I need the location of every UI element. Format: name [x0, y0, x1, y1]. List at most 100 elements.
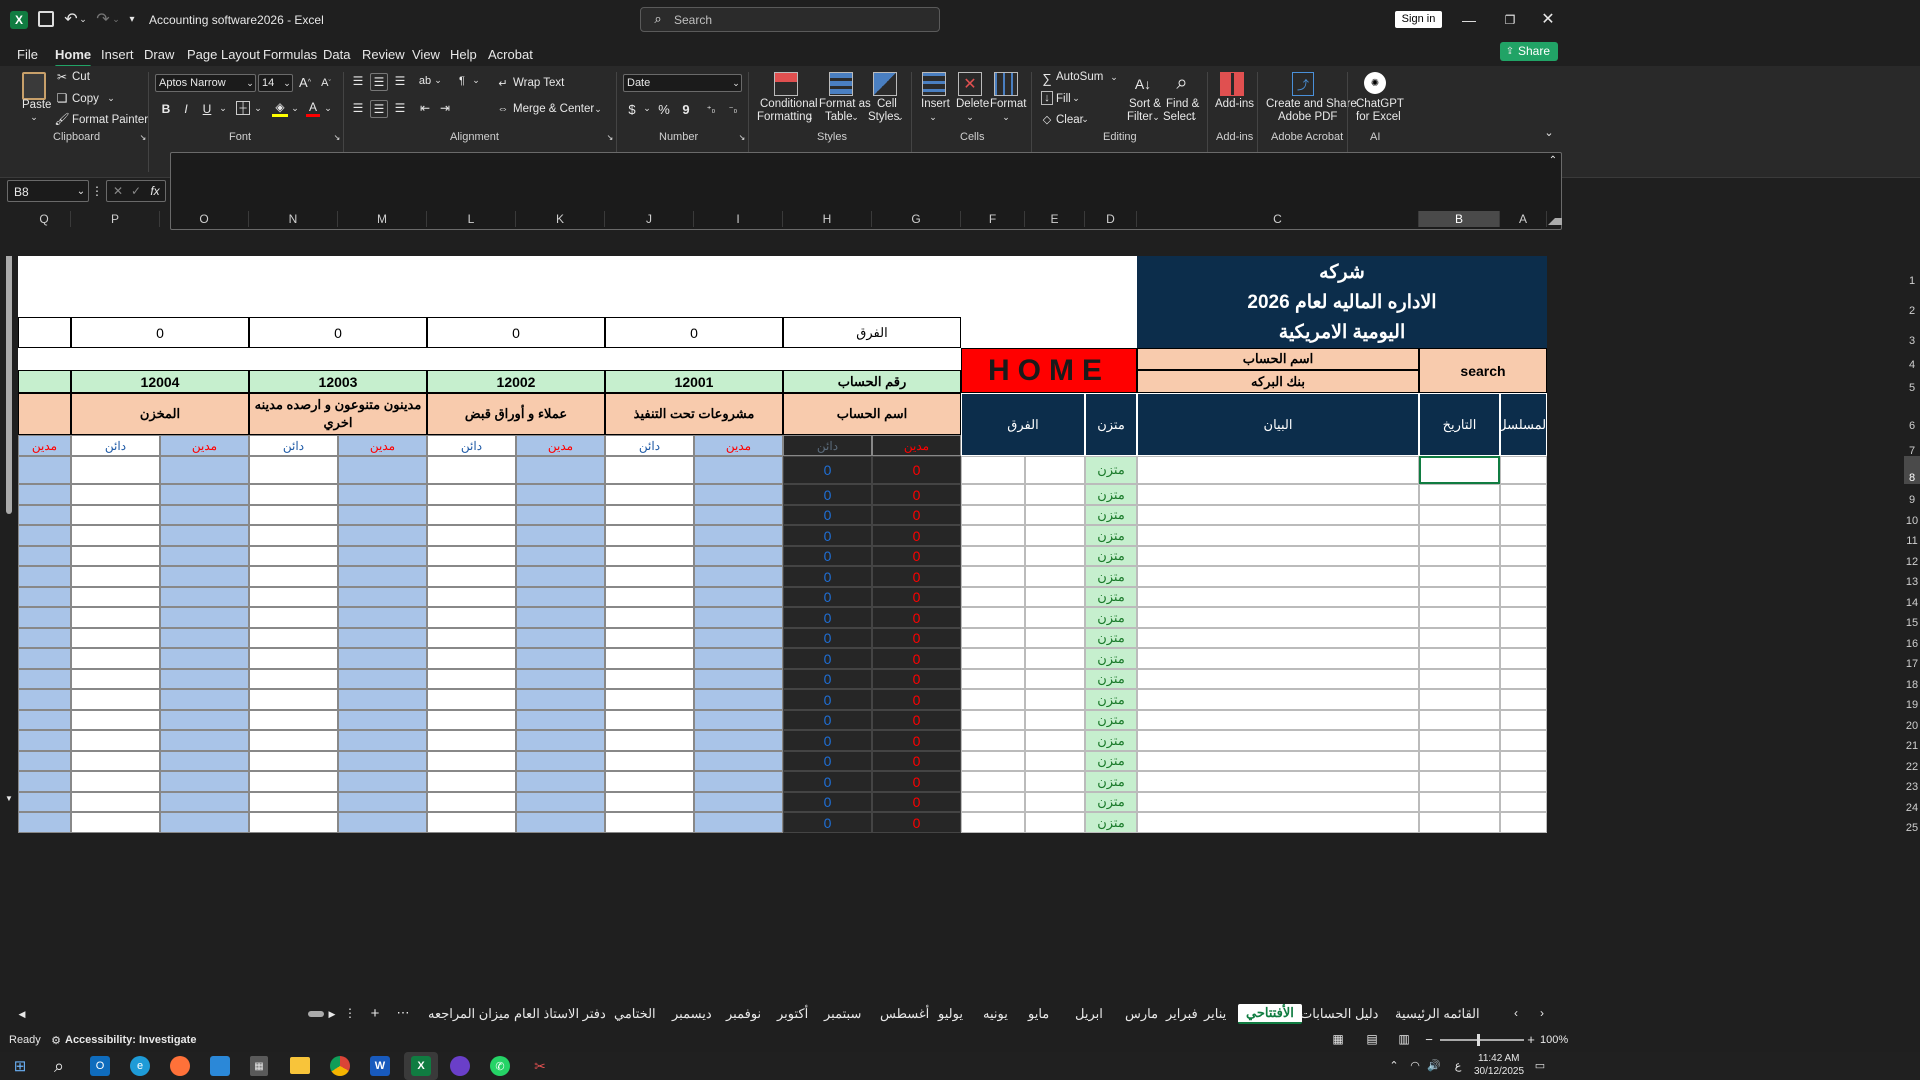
row-credit-cell[interactable]	[427, 792, 516, 812]
sheet-tab[interactable]: مارس	[1125, 1006, 1158, 1022]
row-credit-cell[interactable]	[427, 505, 516, 525]
row-debit-cell[interactable]	[18, 456, 71, 484]
row-header[interactable]: 7	[1904, 435, 1920, 457]
more-sheets-icon[interactable]: ⋯	[396, 1005, 410, 1021]
sort-filter-button[interactable]: Sort &	[1129, 98, 1161, 110]
font-size-select[interactable]: 14 ⌄	[258, 74, 293, 92]
row-debit-cell[interactable]	[516, 730, 605, 751]
edge-icon[interactable]: e	[130, 1056, 150, 1076]
row-debit-cell[interactable]	[516, 505, 605, 525]
font-color-icon[interactable]: A	[306, 99, 320, 117]
calculator-icon[interactable]: ▦	[250, 1056, 268, 1076]
row-credit-cell[interactable]	[249, 525, 338, 546]
row-date[interactable]	[1419, 689, 1500, 710]
row-header[interactable]: 6	[1904, 393, 1920, 435]
row-serial[interactable]	[1500, 648, 1547, 669]
row-debit-cell[interactable]	[18, 710, 71, 730]
adobe-pdf-icon[interactable]: ⤴	[1292, 72, 1314, 96]
sheet-tab[interactable]: الختامي	[614, 1006, 656, 1022]
redo-dropdown-icon[interactable]: ⌄	[112, 12, 120, 26]
share-button[interactable]: ⇪ Share	[1500, 42, 1558, 61]
row-debit-cell[interactable]	[516, 751, 605, 771]
row-balanced[interactable]: متزن	[1085, 566, 1137, 587]
text-direction-icon[interactable]: ¶	[455, 74, 469, 88]
row-diff-f[interactable]	[961, 648, 1025, 669]
row-debit-cell[interactable]	[18, 689, 71, 710]
column-header[interactable]: A	[1500, 211, 1547, 227]
borders-dropdown-icon[interactable]: ⌄	[254, 103, 262, 113]
row-serial[interactable]	[1500, 546, 1547, 566]
row-credit-cell[interactable]	[605, 648, 694, 669]
row-date[interactable]	[1419, 628, 1500, 648]
column-header[interactable]: G	[872, 211, 961, 227]
row-credit-cell[interactable]	[605, 484, 694, 505]
row-credit-cell[interactable]	[427, 710, 516, 730]
orientation-dropdown-icon[interactable]: ⌄	[434, 75, 442, 85]
row-diff-f[interactable]	[961, 771, 1025, 792]
row-diff-f[interactable]	[961, 669, 1025, 689]
sheet-tab-active[interactable]: الأفتتاحي	[1238, 1004, 1302, 1024]
row-serial[interactable]	[1500, 771, 1547, 792]
row-debit-cell[interactable]	[516, 484, 605, 505]
row-statement[interactable]	[1137, 456, 1419, 484]
row-balanced[interactable]: متزن	[1085, 648, 1137, 669]
row-balanced[interactable]: متزن	[1085, 525, 1137, 546]
minimize-icon[interactable]: —	[1458, 10, 1480, 30]
row-credit-cell[interactable]	[249, 669, 338, 689]
page-break-view-icon[interactable]: ▥	[1397, 1032, 1411, 1046]
row-debit-cell[interactable]	[516, 587, 605, 607]
conditional-formatting-icon[interactable]	[774, 72, 798, 96]
menu-file[interactable]: File	[17, 47, 38, 62]
customize-qat-icon[interactable]: ▾	[127, 12, 137, 26]
row-credit-cell[interactable]	[427, 812, 516, 833]
row-credit-cell[interactable]	[605, 505, 694, 525]
row-statement[interactable]	[1137, 648, 1419, 669]
whatsapp-icon[interactable]: ✆	[490, 1056, 510, 1076]
create-share-pdf-button[interactable]: Create and Share	[1266, 98, 1357, 110]
column-header[interactable]: C	[1137, 211, 1419, 227]
row-credit-cell[interactable]	[427, 730, 516, 751]
menu-help[interactable]: Help	[450, 47, 477, 62]
row-serial[interactable]	[1500, 710, 1547, 730]
row-credit-cell[interactable]	[605, 669, 694, 689]
row-header[interactable]: 3	[1904, 317, 1920, 348]
sheet-tab[interactable]: ديسمبر	[672, 1006, 712, 1022]
row-credit-cell[interactable]	[427, 566, 516, 587]
row-credit-cell[interactable]	[249, 505, 338, 525]
comma-icon[interactable]: 9	[681, 101, 691, 117]
row-diff-f[interactable]	[961, 628, 1025, 648]
row-date[interactable]	[1419, 546, 1500, 566]
row-debit-cell[interactable]	[18, 730, 71, 751]
wrap-text-button[interactable]: Wrap Text	[513, 77, 564, 89]
row-header[interactable]: 21	[1904, 730, 1920, 752]
row-serial[interactable]	[1500, 669, 1547, 689]
sheet-tab[interactable]: دفتر الاستاذ العام	[514, 1006, 606, 1022]
close-icon[interactable]: ✕	[1538, 9, 1558, 29]
row-debit-cell[interactable]	[160, 456, 249, 484]
row-credit-cell[interactable]	[71, 484, 160, 505]
text-direction-dropdown-icon[interactable]: ⌄	[472, 75, 480, 85]
fill-color-icon[interactable]: ◈	[272, 99, 288, 117]
cut-button[interactable]: Cut	[72, 71, 90, 83]
scroll-thumb[interactable]	[6, 256, 12, 514]
row-diff-f[interactable]	[961, 505, 1025, 525]
row-debit-cell[interactable]	[516, 710, 605, 730]
row-balanced[interactable]: متزن	[1085, 792, 1137, 812]
row-statement[interactable]	[1137, 710, 1419, 730]
save-icon[interactable]	[38, 11, 54, 27]
row-serial[interactable]	[1500, 587, 1547, 607]
row-debit-cell[interactable]	[160, 587, 249, 607]
row-statement[interactable]	[1137, 730, 1419, 751]
row-credit-cell[interactable]	[71, 669, 160, 689]
row-serial[interactable]	[1500, 456, 1547, 484]
clear-dropdown-icon[interactable]: ⌄	[1081, 114, 1089, 124]
sheet-tab[interactable]: القائمه الرئيسية	[1395, 1006, 1480, 1022]
store-icon[interactable]	[210, 1056, 230, 1076]
row-debit-cell[interactable]	[516, 771, 605, 792]
row-credit-cell[interactable]	[71, 710, 160, 730]
row-debit-cell[interactable]	[694, 587, 783, 607]
column-header[interactable]: H	[783, 211, 872, 227]
row-balanced[interactable]: متزن	[1085, 607, 1137, 628]
row-serial[interactable]	[1500, 607, 1547, 628]
row-credit-cell[interactable]	[249, 751, 338, 771]
